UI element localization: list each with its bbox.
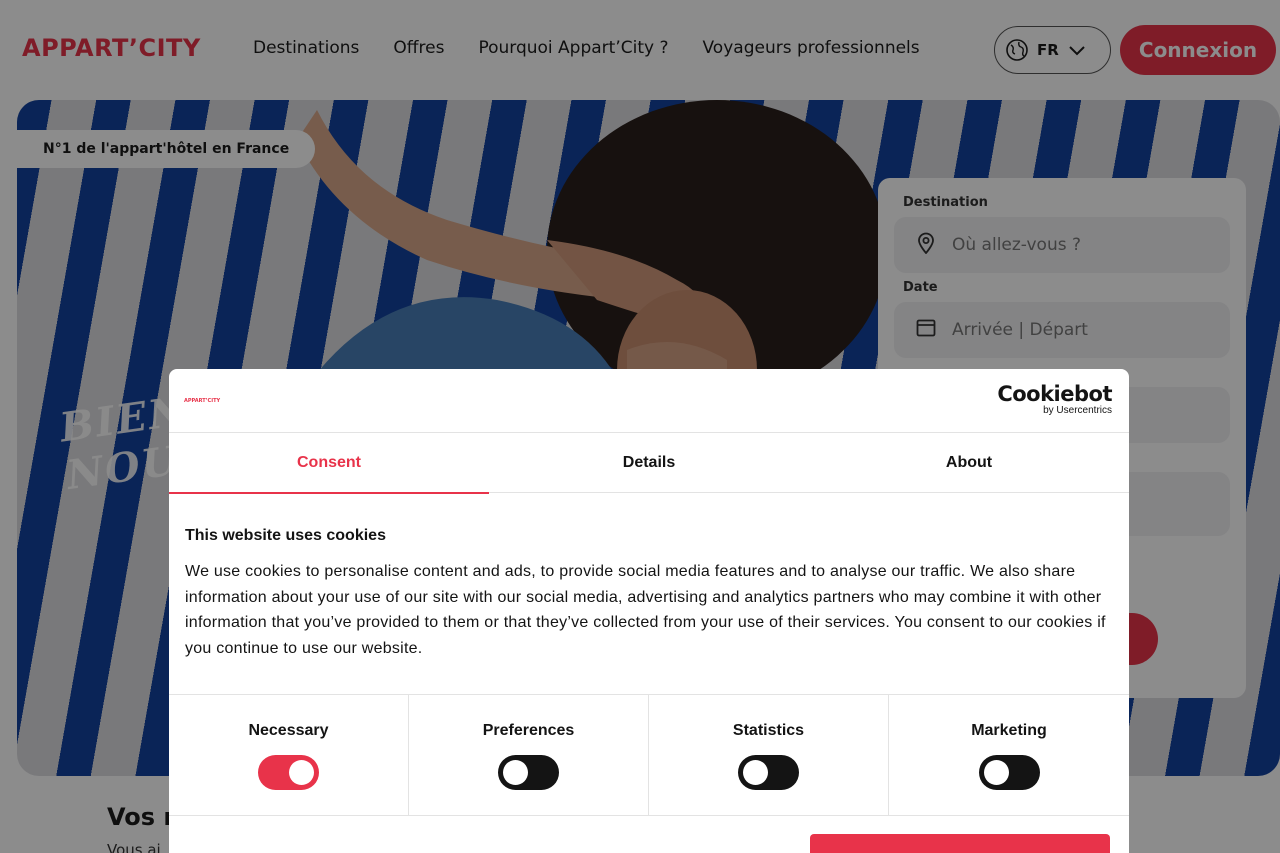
tab-consent[interactable]: Consent xyxy=(169,433,489,494)
preferences-toggle[interactable] xyxy=(498,755,559,790)
category-statistics: Statistics xyxy=(649,695,889,816)
category-label: Marketing xyxy=(971,722,1047,739)
category-necessary: Necessary xyxy=(169,695,409,816)
category-marketing: Marketing xyxy=(889,695,1129,816)
marketing-toggle[interactable] xyxy=(978,755,1040,790)
cookiebot-logo[interactable]: Cookiebot by Usercentrics xyxy=(997,383,1112,417)
toggle-knob xyxy=(289,760,314,785)
category-label: Necessary xyxy=(248,722,329,739)
toggle-knob xyxy=(503,760,528,785)
category-label: Statistics xyxy=(732,722,805,739)
tab-details[interactable]: Details xyxy=(489,433,809,493)
category-preferences: Preferences xyxy=(409,695,649,816)
dialog-tabs: Consent Details About xyxy=(169,433,1129,494)
statistics-toggle[interactable] xyxy=(738,755,799,790)
cookie-consent-dialog: APPART’CITY Cookiebot by Usercentrics Co… xyxy=(169,369,1129,853)
cookie-category-toggles: Necessary Preferences Statistics Marketi… xyxy=(169,694,1129,816)
dialog-description: We use cookies to personalise content an… xyxy=(185,563,1106,657)
dialog-title: This website uses cookies xyxy=(185,527,386,544)
dialog-body: This website uses cookies We use cookies… xyxy=(185,527,1115,661)
cookiebot-brand-sub: by Usercentrics xyxy=(1043,405,1112,416)
toggle-knob xyxy=(983,760,1009,785)
category-label: Preferences xyxy=(482,722,575,739)
tab-about[interactable]: About xyxy=(809,433,1129,493)
toggle-knob xyxy=(743,760,768,785)
dialog-site-logo: APPART’CITY xyxy=(184,398,221,404)
cookiebot-brand-name: Cookiebot xyxy=(997,382,1112,406)
necessary-toggle[interactable] xyxy=(258,755,319,790)
allow-cookies-button[interactable] xyxy=(810,834,1110,853)
dialog-header: APPART’CITY Cookiebot by Usercentrics xyxy=(169,369,1129,433)
